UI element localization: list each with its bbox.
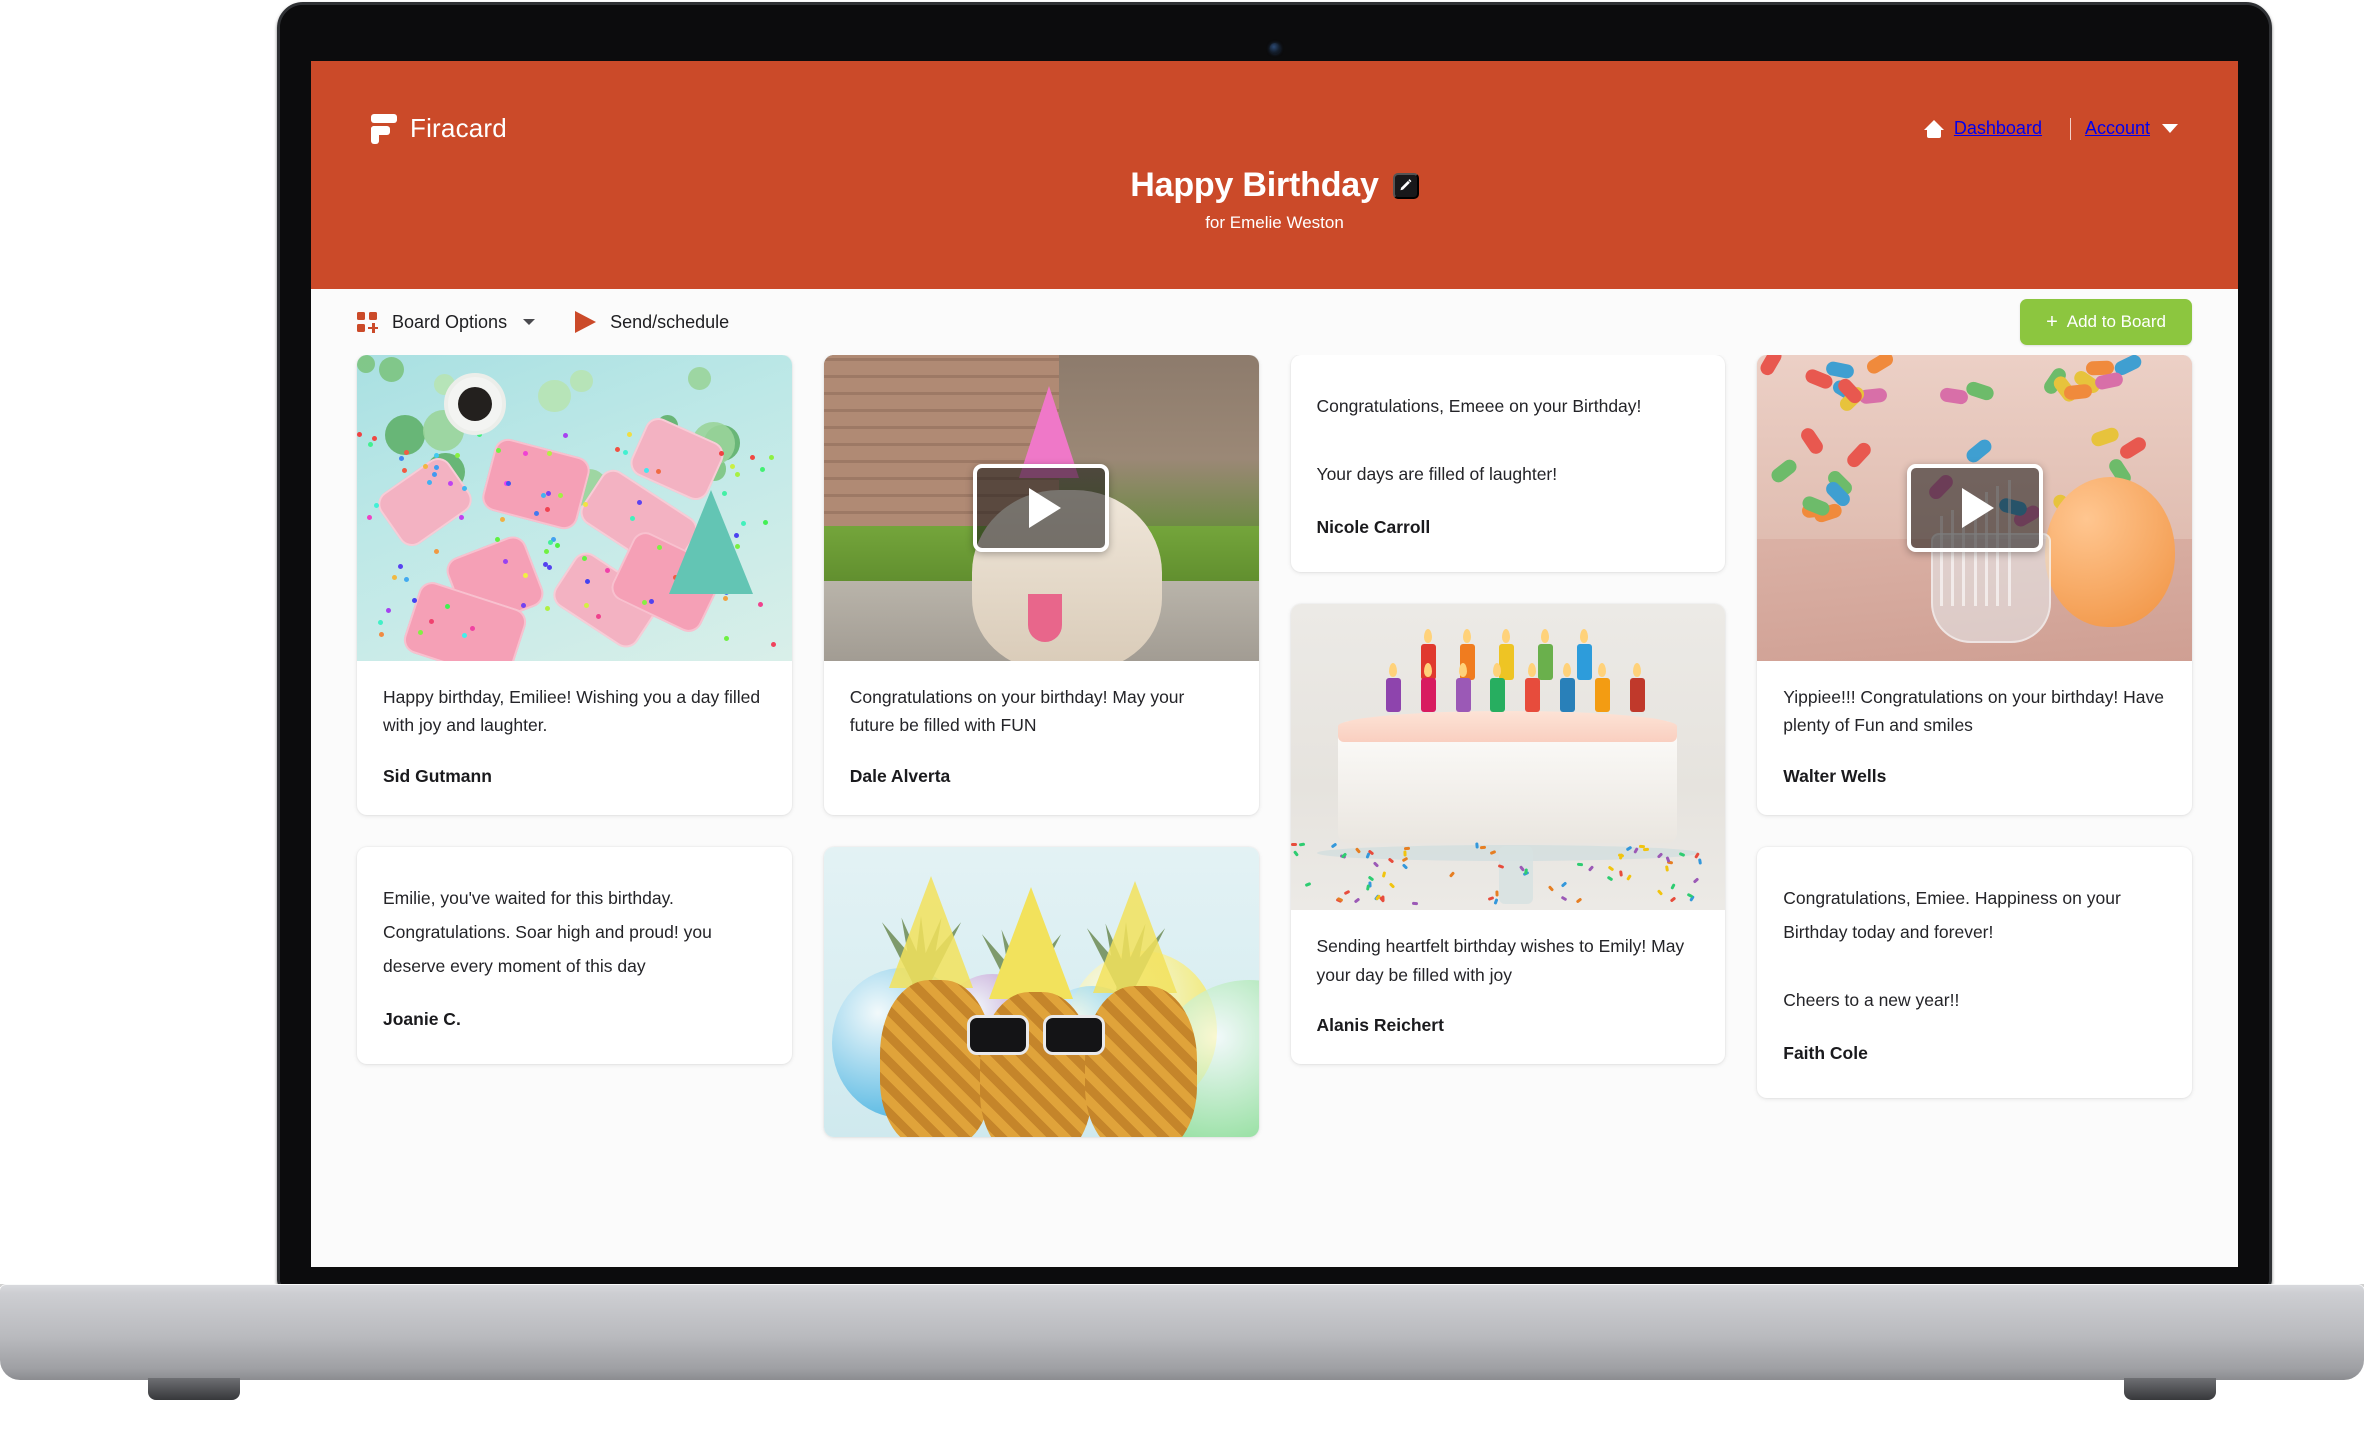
card-author: Nicole Carroll [1316,517,1431,538]
card-message: Emilie, you've waited for this birthday.… [383,887,712,976]
nav-account-menu[interactable]: Account [2085,118,2178,139]
nav-dashboard-label: Dashboard [1953,118,2042,138]
card-media[interactable] [1757,355,2192,661]
laptop-base [0,1284,2364,1380]
add-to-board-button[interactable]: + Add to Board [2020,299,2192,345]
chevron-down-icon [2162,124,2178,133]
card-message: Yippiee!!! Congratulations on your birth… [1783,687,2164,736]
card-board: Happy birthday, Emiliee! Wishing you a d… [311,355,2238,1267]
board-column: Congratulations on your birthday! May yo… [823,355,1259,1267]
card[interactable]: Yippiee!!! Congratulations on your birth… [1757,355,2192,815]
nav-divider [2069,117,2071,140]
nav-dashboard-link[interactable]: Dashboard [1923,118,2056,139]
play-icon [1028,488,1061,528]
card[interactable]: Sending heartfelt birthday wishes to Emi… [1290,604,1726,1065]
card[interactable]: Congratulations, Emeee on your Birthday!… [1290,355,1726,573]
card-author: Faith Cole [1783,1043,1868,1064]
send-schedule-label: Send/schedule [610,311,730,332]
board-title-block: Happy Birthday for Emelie Weston [311,166,2238,233]
toolbar-left-group: Board Options Send/schedule [357,311,729,333]
card-author: Sid Gutmann [383,765,492,786]
card-author: Joanie C. [383,1009,461,1030]
edit-title-button[interactable] [1392,172,1419,199]
firacard-app: Firacard Dashboard Account Happy Birthda… [311,61,2238,1267]
firacard-logo-icon [371,113,397,144]
card-message: Congratulations on your birthday! May yo… [849,687,1185,736]
birthday-cake-photo [1290,604,1726,911]
chevron-down-icon [523,319,536,325]
card[interactable]: Congratulations, Emiee. Happiness on you… [1757,846,2192,1099]
laptop-mockup-stage: Firacard Dashboard Account Happy Birthda… [0,0,2364,1434]
send-schedule-button[interactable]: Send/schedule [575,311,729,333]
grid-add-icon [357,311,378,333]
webcam-icon [1269,43,1280,54]
app-header: Firacard Dashboard Account Happy Birthda… [311,61,2238,289]
card-message: Happy birthday, Emiliee! Wishing you a d… [383,687,761,736]
card-author: Dale Alverta [849,765,951,786]
card-author: Alanis Reichert [1316,1015,1444,1036]
play-icon [1962,488,1995,528]
card[interactable]: Emilie, you've waited for this birthday.… [357,846,792,1065]
play-button[interactable] [1906,464,2043,552]
laptop-lid: Firacard Dashboard Account Happy Birthda… [277,2,2272,1290]
board-options-label: Board Options [392,311,508,332]
board-toolbar: Board Options Send/schedule + Add to Boa… [311,289,2238,355]
board-column: Yippiee!!! Congratulations on your birth… [1757,355,2192,1267]
card-body: Yippiee!!! Congratulations on your birth… [1757,661,2192,815]
nav-account-label: Account [2084,118,2150,138]
donuts-photo [357,355,792,661]
card-author: Walter Wells [1783,765,1887,786]
board-subtitle: for Emelie Weston [1205,213,1344,232]
card-body: Congratulations, Emiee. Happiness on you… [1757,847,2192,1099]
plus-icon: + [2046,311,2058,333]
laptop-foot-left [148,1378,240,1400]
pencil-icon [1400,179,1412,191]
card-message: Sending heartfelt birthday wishes to Emi… [1316,936,1685,985]
card-body: Happy birthday, Emiliee! Wishing you a d… [357,661,792,815]
card[interactable] [823,846,1259,1137]
card[interactable]: Happy birthday, Emiliee! Wishing you a d… [357,355,792,815]
send-icon [575,311,597,333]
header-top-bar: Firacard Dashboard Account [311,61,2238,144]
browser-screen: Firacard Dashboard Account Happy Birthda… [311,61,2238,1267]
card-media[interactable] [357,355,792,661]
card-message: Congratulations, Emeee on your Birthday!… [1316,396,1642,485]
home-icon [1923,119,1944,138]
page-title: Happy Birthday [1130,166,1379,204]
card-body: Congratulations, Emeee on your Birthday!… [1291,355,1726,572]
play-button[interactable] [973,464,1110,552]
brand-name-label: Firacard [410,113,507,143]
laptop-bezel: Firacard Dashboard Account Happy Birthda… [280,5,2269,1287]
card-body: Congratulations on your birthday! May yo… [824,661,1259,815]
add-to-board-label: Add to Board [2066,312,2166,331]
board-column: Congratulations, Emeee on your Birthday!… [1290,355,1726,1267]
card[interactable]: Congratulations on your birthday! May yo… [823,355,1259,815]
header-nav: Dashboard Account [1923,117,2178,140]
pineapples-photo [823,846,1259,1137]
card-media[interactable] [823,846,1259,1137]
card-message: Congratulations, Emiee. Happiness on you… [1783,887,2121,1011]
card-media[interactable] [1290,604,1726,911]
card-media[interactable] [823,355,1259,661]
board-options-button[interactable]: Board Options [357,311,536,333]
board-column: Happy birthday, Emiliee! Wishing you a d… [357,355,792,1267]
board-title-row: Happy Birthday [311,166,2238,205]
laptop-foot-right [2124,1378,2216,1400]
brand-logo[interactable]: Firacard [371,113,507,144]
card-body: Sending heartfelt birthday wishes to Emi… [1291,910,1726,1064]
card-body: Emilie, you've waited for this birthday.… [357,847,792,1064]
